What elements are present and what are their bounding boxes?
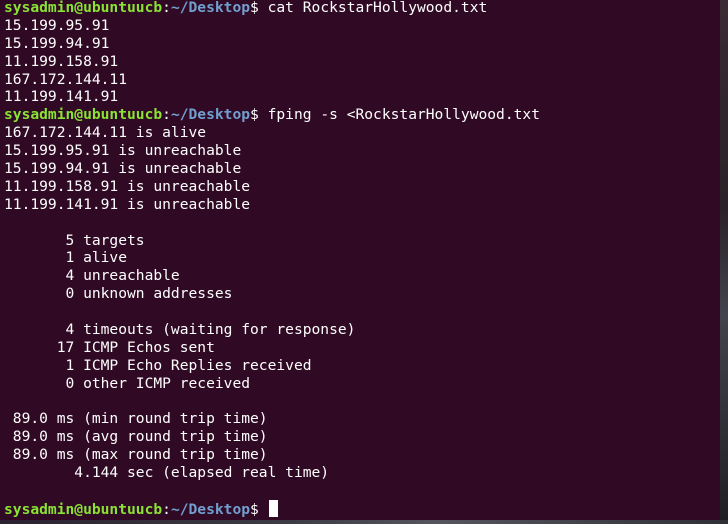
output-line: 11.199.158.91 [4,52,119,70]
timing-line: 4.144 sec (elapsed real time) [4,464,330,482]
fping-result-line: 15.199.94.91 is unreachable [4,160,242,178]
timing-line: 89.0 ms (max round trip time) [4,446,268,464]
prompt-user-host: sysadmin@ubuntuucb [4,500,163,518]
output-line: 15.199.95.91 [4,16,110,34]
stats-line: 4 unreachable [4,267,180,285]
prompt-path: ~/Desktop [170,500,251,518]
prompt-user-host: sysadmin@ubuntuucb [4,0,163,16]
fping-result-line: 11.199.158.91 is unreachable [4,177,251,195]
output-line: 15.199.94.91 [4,34,110,52]
terminal-output: sysadmin@ubuntuucb:~/Desktop$ cat Rockst… [4,0,704,518]
prompt-dollar: $ [250,0,259,16]
window-edge-bottom [0,520,728,524]
stats-line: 17 ICMP Echos sent [4,338,215,356]
fping-result-line: 167.172.144.11 is alive [4,124,207,142]
prompt-user-host: sysadmin@ubuntuucb [4,106,163,124]
command-text: fping -s <RockstarHollywood.txt [258,106,540,124]
output-line: 11.199.141.91 [4,88,119,106]
prompt-colon: : [162,500,171,518]
stats-line: 0 other ICMP received [4,374,251,392]
stats-line: 1 alive [4,249,128,267]
prompt-line-current[interactable]: sysadmin@ubuntuucb:~/Desktop$ [4,499,704,518]
prompt-path: ~/Desktop [170,106,251,124]
output-line: 167.172.144.11 [4,70,128,88]
stats-line: 0 unknown addresses [4,285,233,303]
prompt-line-fping: sysadmin@ubuntuucb:~/Desktop$ fping -s <… [4,106,704,124]
stats-line: 5 targets [4,231,145,249]
stats-line: 1 ICMP Echo Replies received [4,356,312,374]
command-text: cat RockstarHollywood.txt [258,0,488,16]
timing-line: 89.0 ms (avg round trip time) [4,428,268,446]
terminal-window[interactable]: sysadmin@ubuntuucb:~/Desktop$ cat Rockst… [0,0,728,524]
prompt-dollar: $ [250,106,259,124]
fping-result-line: 11.199.141.91 is unreachable [4,195,251,213]
text-cursor[interactable] [268,499,278,517]
window-edge-right [720,0,728,524]
prompt-colon: : [162,0,171,16]
timing-line: 89.0 ms (min round trip time) [4,410,268,428]
prompt-colon: : [162,106,171,124]
fping-result-line: 15.199.95.91 is unreachable [4,142,242,160]
stats-line: 4 timeouts (waiting for response) [4,321,356,339]
prompt-line-cat: sysadmin@ubuntuucb:~/Desktop$ cat Rockst… [4,0,704,17]
prompt-dollar: $ [250,500,259,518]
prompt-path: ~/Desktop [170,0,251,16]
